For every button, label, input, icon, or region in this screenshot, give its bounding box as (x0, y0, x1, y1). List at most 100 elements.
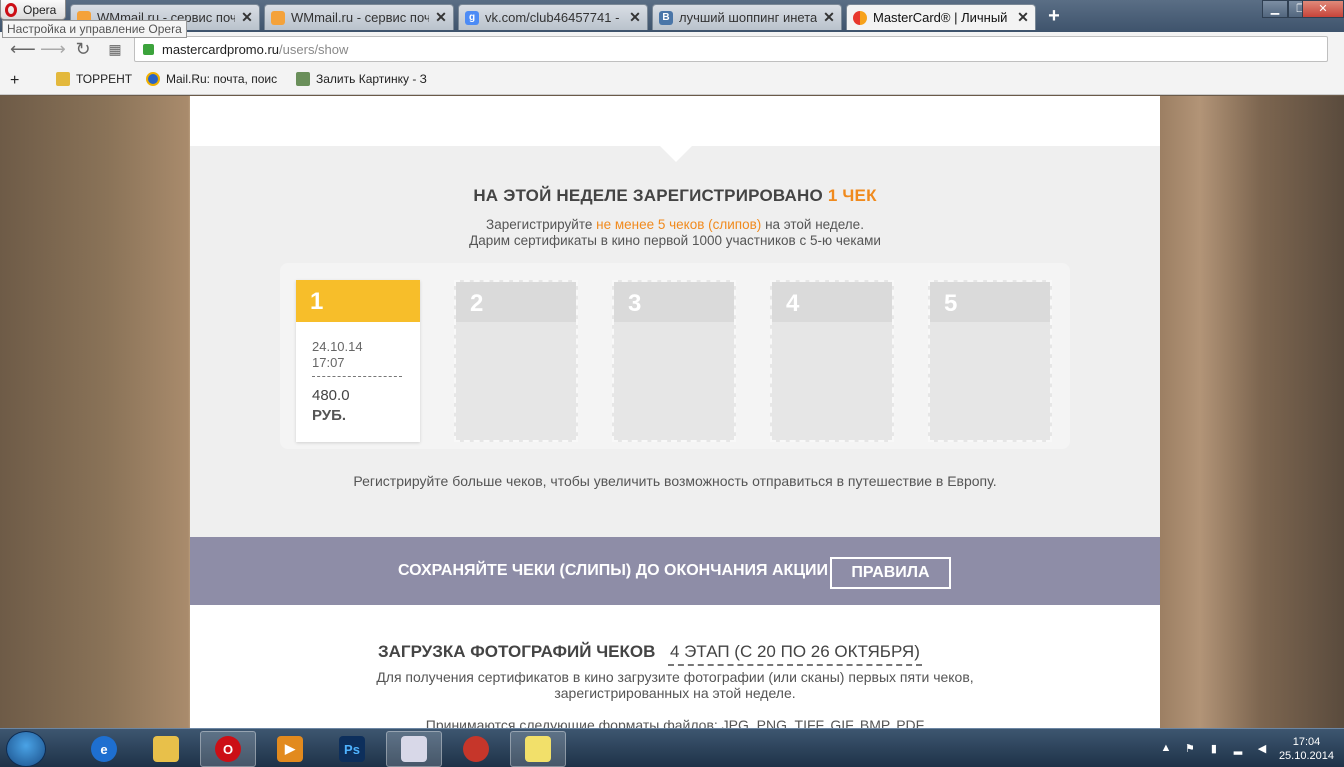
taskbar-app-active[interactable] (386, 731, 442, 767)
opera-menu-button[interactable]: Opera (0, 0, 66, 20)
clock-date: 25.10.2014 (1278, 749, 1334, 762)
upload-stage-dropdown[interactable]: 4 ЭТАП (С 20 ПО 26 ОКТЯБРЯ) (668, 642, 922, 666)
tab-label: WMmail.ru - сервис почт (291, 10, 429, 25)
mailru-icon (146, 72, 160, 86)
tab-close-icon[interactable]: ✕ (629, 9, 641, 26)
system-tray: ▲ ⚑ ▮ ▂ ◀ 17:04 25.10.2014 (1159, 729, 1344, 767)
opera-logo-icon (5, 2, 17, 17)
browser-tab[interactable]: WMmail.ru - сервис почт ✕ (264, 4, 454, 30)
receipt-number: 3 (628, 290, 642, 317)
sticky-notes-icon (525, 736, 551, 762)
browser-tab[interactable]: B лучший шоппинг инета | ✕ (652, 4, 842, 30)
week-title-count: 1 ЧЕК (827, 186, 877, 205)
receipt-time: 17:07 (312, 355, 345, 370)
bookmark-item[interactable]: Mail.Ru: почта, поис (146, 72, 277, 86)
page-viewport: НА ЭТОЙ НЕДЕЛЕ ЗАРЕГИСТРИРОВАНО 1 ЧЕК За… (0, 96, 1344, 728)
tab-close-icon[interactable]: ✕ (241, 9, 253, 26)
device-icon[interactable]: ▮ (1207, 742, 1221, 756)
week-title: НА ЭТОЙ НЕДЕЛЕ ЗАРЕГИСТРИРОВАНО 1 ЧЕК (190, 186, 1160, 206)
rules-button[interactable]: ПРАВИЛА (830, 557, 951, 589)
save-receipts-banner: СОХРАНЯЙТЕ ЧЕКИ (СЛИПЫ) ДО ОКОНЧАНИЯ АКЦ… (190, 537, 1160, 605)
receipt-amount: 480.0 (312, 387, 350, 404)
browser-tab[interactable]: g vk.com/club46457741 - Пс ✕ (458, 4, 648, 30)
paint-icon (401, 736, 427, 762)
clock-time: 17:04 (1292, 735, 1321, 748)
browser-tab-active[interactable]: MasterCard® | Личный ка ✕ (846, 4, 1036, 30)
file-explorer-icon (153, 736, 179, 762)
media-player-icon: ▶ (277, 736, 303, 762)
bookmark-item[interactable]: ТОРРЕНТ (56, 72, 132, 86)
tab-close-icon[interactable]: ✕ (1017, 9, 1029, 26)
receipt-slot-4: 4 (770, 280, 894, 442)
upload-title: ЗАГРУЗКА ФОТОГРАФИЙ ЧЕКОВ (378, 642, 656, 661)
receipt-number: 2 (470, 290, 484, 317)
network-signal-icon[interactable]: ▂ (1231, 742, 1245, 756)
subtitle-line-2: Дарим сертификаты в кино первой 1000 уча… (469, 233, 881, 248)
folder-icon (56, 72, 70, 86)
secure-lock-icon (143, 43, 154, 55)
action-center-flag-icon[interactable]: ⚑ (1183, 742, 1197, 756)
subtitle-suffix: на этой неделе. (765, 217, 864, 232)
bookmark-label: ТОРРЕНТ (76, 72, 133, 86)
bookmark-label: Mail.Ru: почта, поис (166, 72, 278, 86)
close-window-button[interactable]: ✕ (1302, 0, 1344, 18)
google-icon: g (465, 10, 479, 25)
receipt-currency: РУБ. (312, 407, 347, 424)
tab-close-icon[interactable]: ✕ (435, 9, 447, 26)
start-button[interactable] (6, 731, 46, 767)
forward-button[interactable]: ⟶ (40, 39, 66, 59)
bookmark-label: Залить Картинку - З (316, 72, 427, 86)
add-bookmark-button[interactable]: + (10, 72, 19, 90)
panel-notch (660, 146, 692, 162)
tooltip: Настройка и управление Opera (2, 20, 187, 38)
upload-text-line-1: Для получения сертификатов в кино загруз… (376, 669, 974, 685)
taskbar-app[interactable]: Ps (324, 731, 380, 767)
taskbar-app[interactable]: ▶ (262, 731, 318, 767)
image-upload-icon (296, 72, 310, 86)
wmmail-icon (271, 10, 285, 25)
receipt-number: 4 (786, 290, 800, 317)
taskbar-app[interactable]: e (76, 731, 132, 767)
more-receipts-text: Регистрируйте больше чеков, чтобы увелич… (353, 473, 997, 489)
url-path: /users/show (279, 41, 349, 57)
taskbar-app-active[interactable]: O (200, 731, 256, 767)
bookmark-item[interactable]: Залить Картинку - З (296, 72, 427, 86)
receipt-number: 5 (944, 290, 958, 317)
internet-explorer-icon: e (91, 736, 117, 762)
photoshop-icon: Ps (339, 736, 365, 762)
receipt-number: 1 (310, 288, 324, 315)
volume-icon[interactable]: ◀ (1255, 742, 1269, 756)
reload-button[interactable]: ↻ (72, 39, 94, 59)
banner-text: СОХРАНЯЙТЕ ЧЕКИ (СЛИПЫ) ДО ОКОНЧАНИЯ АКЦ… (398, 562, 829, 579)
upload-text-line-2: зарегистрированных на этой неделе. (554, 685, 796, 701)
receipt-date: 24.10.14 (312, 339, 363, 354)
page-content: НА ЭТОЙ НЕДЕЛЕ ЗАРЕГИСТРИРОВАНО 1 ЧЕК За… (190, 96, 1160, 728)
tab-close-icon[interactable]: ✕ (823, 9, 835, 26)
new-tab-button[interactable]: + (1043, 6, 1065, 28)
back-button[interactable]: ⟵ (10, 39, 36, 59)
accepted-formats-text: Принимаются следующие форматы файлов: JP… (425, 717, 925, 728)
opera-menu-label: Opera (23, 2, 57, 17)
tab-label: MasterCard® | Личный ка (873, 10, 1011, 25)
taskbar-app-active[interactable] (510, 731, 566, 767)
address-bar[interactable]: mastercardpromo.ru/users/show (134, 36, 1328, 62)
receipt-card-1: 1 24.10.14 17:07 480.0 РУБ. (296, 280, 420, 442)
minimize-button[interactable]: ▁ (1262, 0, 1288, 18)
tab-label: vk.com/club46457741 - Пс (485, 10, 623, 25)
tab-label: лучший шоппинг инета | (679, 10, 817, 25)
show-hidden-icons-icon[interactable]: ▲ (1159, 742, 1173, 756)
url-host: mastercardpromo.ru (162, 41, 280, 57)
receipt-slot-5: 5 (928, 280, 1052, 442)
opera-icon: O (215, 736, 241, 762)
receipt-divider (312, 376, 402, 377)
taskbar-app[interactable] (138, 731, 194, 767)
mastercard-icon (853, 10, 867, 25)
subtitle-line-1: Зарегистрируйте не менее 5 чеков (слипов… (190, 217, 1160, 232)
speed-dial-icon[interactable]: ▦ (104, 39, 126, 59)
system-clock[interactable]: 17:04 25.10.2014 (1279, 735, 1334, 763)
receipt-slot-2: 2 (454, 280, 578, 442)
taskbar-app[interactable] (448, 731, 504, 767)
ccleaner-icon (463, 736, 489, 762)
windows-taskbar: e O ▶ Ps ▲ ⚑ ▮ ▂ ◀ 17:04 25.10.2014 (0, 728, 1344, 767)
receipt-slot-3: 3 (612, 280, 736, 442)
